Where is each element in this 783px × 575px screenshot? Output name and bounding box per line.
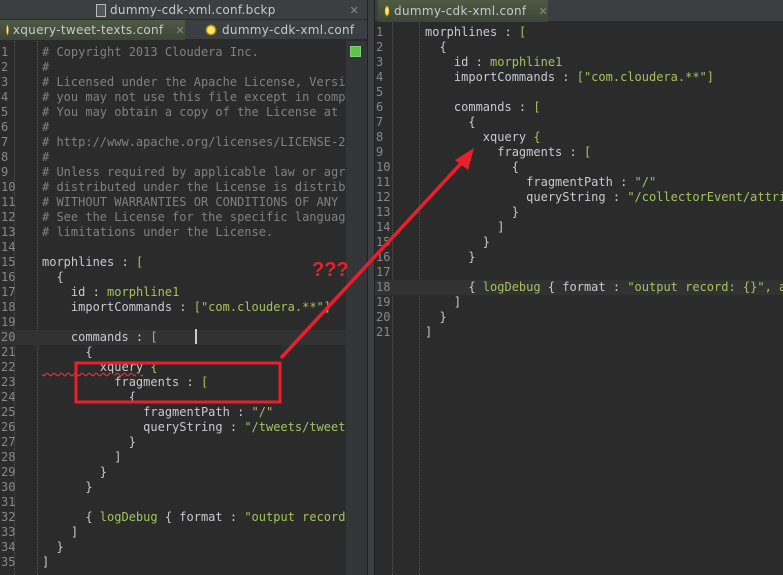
annotation-label: ??? [312, 259, 349, 281]
highlight-box [74, 361, 282, 404]
arrow-line [279, 156, 468, 360]
annotation-overlay: ??? [74, 148, 474, 404]
